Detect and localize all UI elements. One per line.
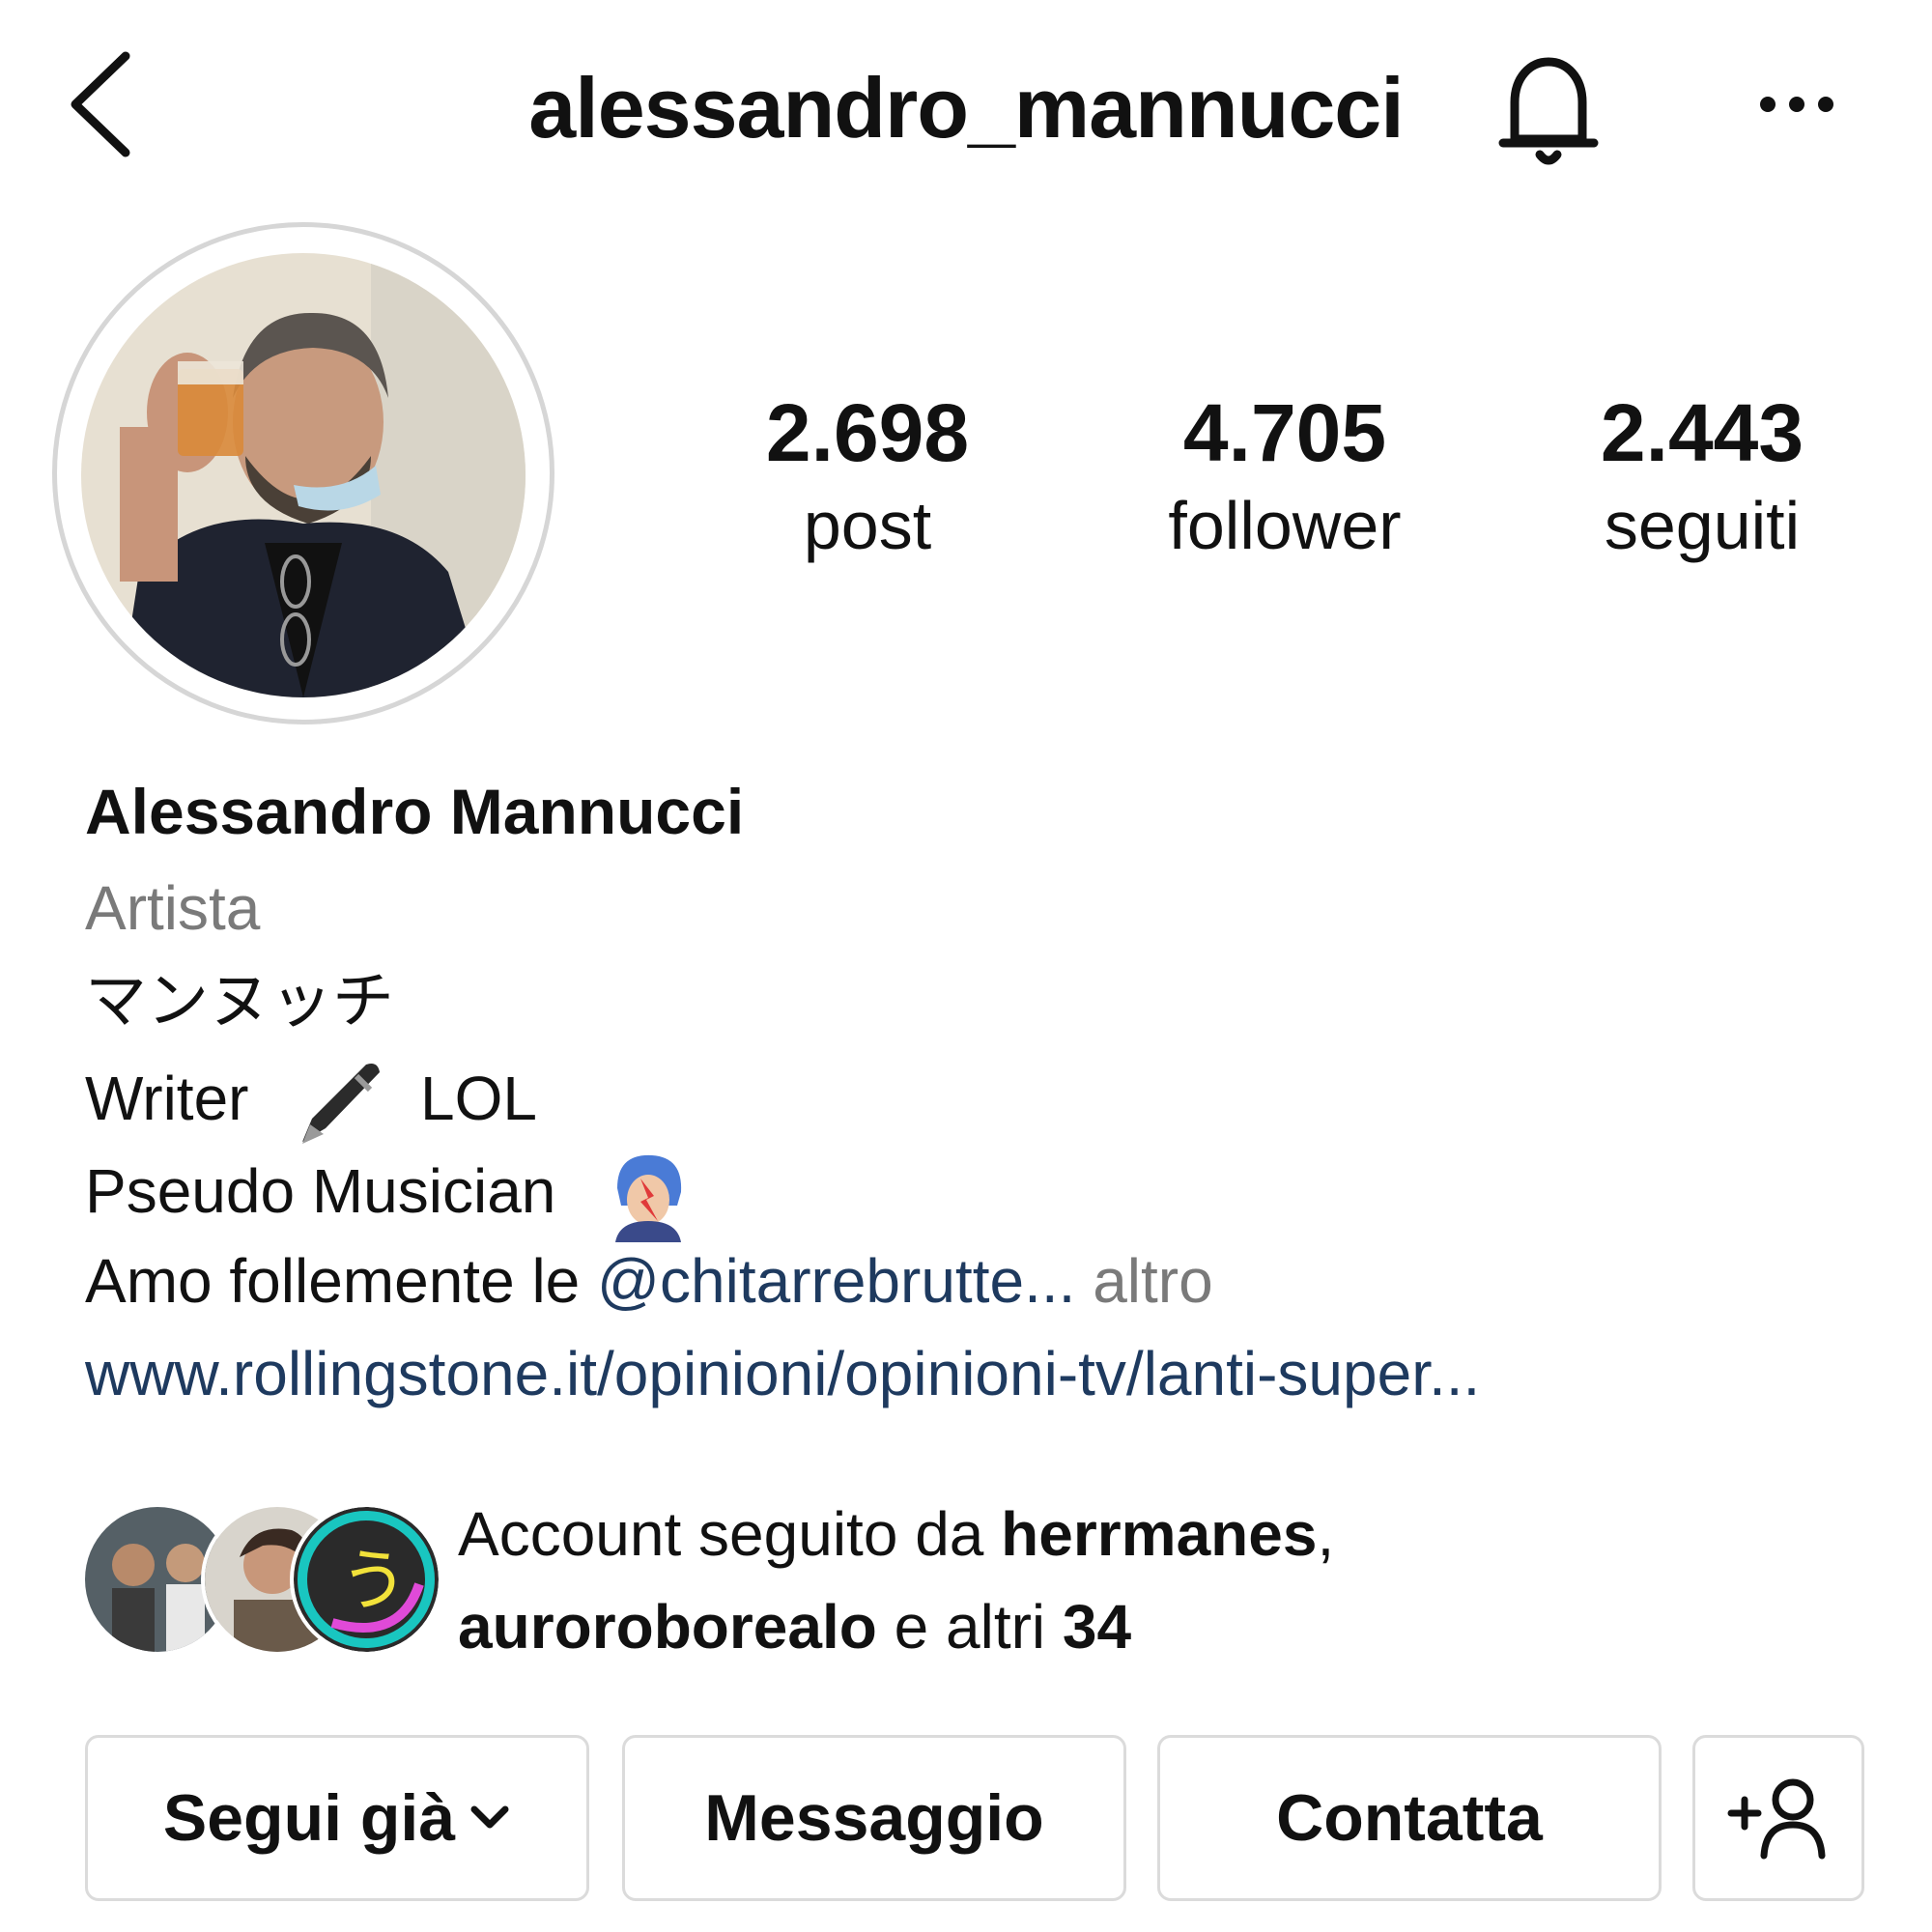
stat-following-value: 2.443 — [1600, 387, 1804, 478]
bio-line-writer: Writer LOL — [85, 1057, 537, 1150]
stat-followers[interactable]: 4.705 follower — [1125, 386, 1444, 572]
followed-by-count[interactable]: 34 — [1063, 1592, 1131, 1662]
followed-by-user-2[interactable]: auroroborealo — [458, 1592, 877, 1662]
chevron-down-icon — [470, 1805, 509, 1829]
following-button[interactable]: Segui già — [85, 1735, 589, 1901]
followed-by-middle: e altri — [876, 1592, 1063, 1662]
profile-category: Artista — [85, 873, 261, 943]
pen-icon — [302, 1064, 381, 1144]
followed-by-comma: , — [1317, 1499, 1335, 1569]
profile-full-name: Alessandro Mannucci — [85, 776, 745, 847]
profile-username: alessandro_mannucci — [528, 60, 1404, 156]
add-user-button[interactable] — [1692, 1735, 1864, 1901]
stat-posts-label: post — [803, 488, 932, 563]
followed-by-text: Account seguito da herrmanes, aurorobore… — [458, 1488, 1334, 1673]
bio-line-love: Amo follemente le @chitarrebrutte... alt… — [85, 1242, 1213, 1320]
bio-line-japanese: マンヌッチ — [85, 966, 394, 1036]
add-user-icon — [1727, 1778, 1826, 1860]
message-button[interactable]: Messaggio — [622, 1735, 1126, 1901]
message-button-label: Messaggio — [704, 1781, 1044, 1855]
bio-love-text: Amo follemente le — [85, 1246, 598, 1316]
bio-more-link[interactable]: altro — [1093, 1246, 1213, 1316]
stat-following[interactable]: 2.443 seguiti — [1543, 386, 1861, 572]
follower-avatar-3[interactable]: う — [290, 1503, 442, 1656]
bell-icon[interactable] — [1495, 50, 1602, 170]
profile-avatar[interactable] — [81, 253, 526, 697]
followed-by-user-1[interactable]: herrmanes — [1001, 1499, 1317, 1569]
followed-by-prefix: Account seguito da — [458, 1499, 1002, 1569]
stat-posts-value: 2.698 — [765, 387, 970, 478]
bio-lol-text: LOL — [420, 1063, 537, 1133]
stat-following-label: seguiti — [1604, 488, 1801, 563]
bio-music-text: Pseudo Musician — [85, 1155, 556, 1226]
bio-writer-text: Writer — [85, 1063, 249, 1133]
contact-button[interactable]: Contatta — [1157, 1735, 1662, 1901]
stat-posts[interactable]: 2.698 post — [708, 386, 1027, 572]
bio-line-music: Pseudo Musician — [85, 1150, 695, 1242]
singer-icon — [615, 1154, 682, 1242]
following-button-label: Segui già — [162, 1781, 456, 1855]
svg-text:う: う — [340, 1541, 408, 1620]
bio-website-link[interactable]: www.rollingstone.it/opinioni/opinioni-tv… — [85, 1335, 1480, 1412]
stat-followers-value: 4.705 — [1182, 387, 1387, 478]
mention-link[interactable]: @chitarrebrutte... — [597, 1246, 1075, 1316]
stat-followers-label: follower — [1168, 488, 1402, 563]
more-horizontal-icon[interactable] — [1758, 93, 1835, 116]
contact-button-label: Contatta — [1276, 1781, 1543, 1855]
